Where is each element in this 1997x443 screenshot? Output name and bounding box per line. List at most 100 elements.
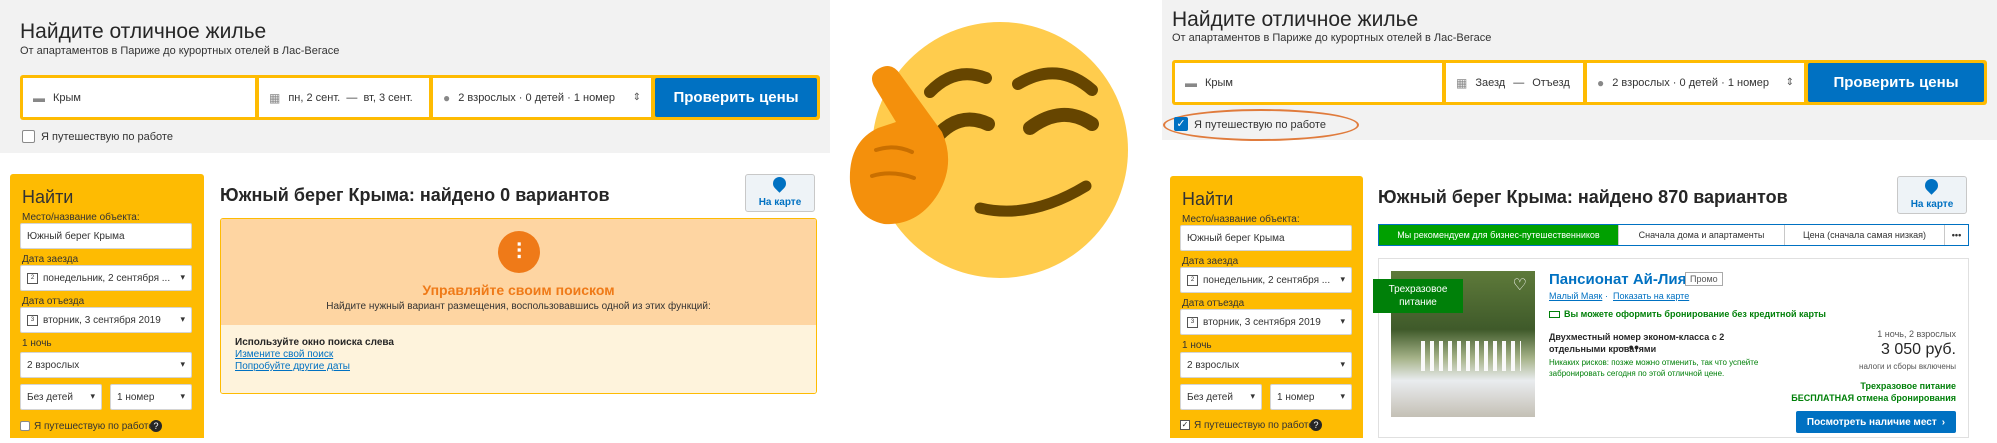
rooms-value: 1 номер bbox=[1277, 391, 1315, 403]
bed-icon: ▬ bbox=[33, 90, 45, 105]
search-sidebar: Найти Место/название объекта: Южный бере… bbox=[1170, 176, 1363, 438]
search-sidebar: Найти Место/название объекта: Южный бере… bbox=[10, 174, 204, 438]
right-screenshot: Найдите отличное жилье От апартаментов в… bbox=[1162, 0, 1997, 438]
chevron-down-icon: ▾ bbox=[180, 314, 185, 324]
children-select[interactable]: Без детей ▾ bbox=[1180, 384, 1262, 410]
empty-results-header: ⫶ Управляйте своим поиском Найдите нужны… bbox=[221, 219, 816, 325]
chevron-down-icon: ▾ bbox=[180, 272, 185, 282]
checkin-select[interactable]: 2 понедельник, 2 сентября ... ▾ bbox=[1180, 267, 1352, 293]
search-bar: ▬ Крым ▦ Заезд — Отъезд ● 2 взрослых · 0… bbox=[1172, 60, 1987, 105]
price: 3 050 руб. bbox=[1881, 341, 1956, 358]
sidebar-business-checkbox[interactable] bbox=[20, 421, 30, 431]
hero-subtitle: От апартаментов в Париже до курортных от… bbox=[1172, 32, 1492, 44]
sidebar-title: Найти bbox=[1182, 189, 1234, 209]
dates-field[interactable]: ▦ пн, 2 сент. — вт, 3 сент. bbox=[259, 78, 429, 117]
checkin-label: Дата заезда bbox=[22, 254, 79, 265]
guests-field[interactable]: ● 2 взрослых · 0 детей · 1 номер ⇕ bbox=[433, 78, 651, 117]
guests-value: 2 взрослых · 0 детей · 1 номер bbox=[458, 91, 615, 104]
hero-title: Найдите отличное жилье bbox=[1172, 8, 1419, 31]
chevron-down-icon: ▾ bbox=[180, 391, 185, 401]
destination-field[interactable]: ▬ Крым bbox=[23, 78, 255, 117]
chevron-down-icon: ▾ bbox=[1340, 359, 1345, 369]
help-icon[interactable]: ? bbox=[150, 420, 162, 432]
destination-field[interactable]: ▬ Крым bbox=[1175, 63, 1442, 102]
checkout-placeholder: Отъезд bbox=[1532, 76, 1570, 89]
place-input[interactable]: Южный берег Крыма bbox=[20, 223, 192, 249]
fence-graphic bbox=[1421, 341, 1521, 371]
rooms-value: 1 номер bbox=[117, 391, 155, 403]
results-title: Южный берег Крыма: найдено 870 вариантов bbox=[1378, 187, 1788, 207]
chevron-down-icon: ▾ bbox=[1340, 391, 1345, 401]
checkin-value: понедельник, 2 сентября ... bbox=[1203, 274, 1331, 286]
room-type: Двухместный номер эконом-класса с 2 отде… bbox=[1549, 332, 1725, 354]
hero-subtitle: От апартаментов в Париже до курортных от… bbox=[20, 45, 340, 57]
check-prices-button[interactable]: Проверить цены bbox=[655, 78, 817, 117]
chevron-down-icon: ▾ bbox=[1340, 274, 1345, 284]
no-risk-note: Никаких рисков: позже можно отменить, та… bbox=[1549, 358, 1759, 378]
search-bar: ▬ Крым ▦ пн, 2 сент. — вт, 3 сент. ● 2 в… bbox=[20, 75, 820, 120]
stepper-icon: ⇕ bbox=[632, 92, 641, 103]
checkout-select[interactable]: 3 вторник, 3 сентября 2019 ▾ bbox=[20, 307, 192, 333]
hotel-card: ♡ Трехразовое питание Пансионат Ай-Лия П… bbox=[1373, 258, 1969, 438]
chevron-right-icon: › bbox=[1941, 416, 1946, 428]
empty-results-tips: Используйте окно поиска слева Измените с… bbox=[221, 325, 816, 393]
help-icon[interactable]: ? bbox=[1310, 419, 1322, 431]
tab-lowest-price[interactable]: Цена (сначала самая низкая) bbox=[1785, 225, 1945, 245]
place-label: Место/название объекта: bbox=[1182, 214, 1300, 225]
favorite-heart-icon[interactable]: ♡ bbox=[1513, 275, 1527, 295]
guests-field[interactable]: ● 2 взрослых · 0 детей · 1 номер ⇕ bbox=[1587, 63, 1804, 102]
free-cancellation: БЕСПЛАТНАЯ отмена бронирования bbox=[1791, 393, 1956, 403]
location-separator: · bbox=[1605, 291, 1608, 301]
hero-title: Найдите отличное жилье bbox=[20, 20, 267, 43]
rooms-select[interactable]: 1 номер ▾ bbox=[1270, 384, 1352, 410]
checkout-select[interactable]: 3 вторник, 3 сентября 2019 ▾ bbox=[1180, 309, 1352, 335]
chevron-down-icon: ▾ bbox=[180, 359, 185, 369]
meals-included: Трехразовое питание bbox=[1860, 381, 1956, 391]
checkout-value: вторник, 3 сентября 2019 bbox=[1203, 316, 1321, 328]
see-availability-button[interactable]: Посмотреть наличие мест › bbox=[1796, 411, 1956, 433]
hotel-name[interactable]: Пансионат Ай-Лия bbox=[1549, 271, 1686, 288]
tab-business-recommended[interactable]: Мы рекомендуем для бизнес-путешественник… bbox=[1379, 225, 1619, 245]
dates-field[interactable]: ▦ Заезд — Отъезд bbox=[1446, 63, 1583, 102]
place-input[interactable]: Южный берег Крыма bbox=[1180, 225, 1352, 251]
guests-icon: — ●● bbox=[1617, 342, 1640, 352]
other-dates-link[interactable]: Попробуйте другие даты bbox=[235, 361, 350, 372]
sidebar-business-checkbox[interactable]: ✓ bbox=[1180, 420, 1190, 430]
chevron-down-icon: ▾ bbox=[1250, 391, 1255, 401]
checkout-value: вторник, 3 сентября 2019 bbox=[43, 314, 161, 326]
calendar-icon: 3 bbox=[1187, 316, 1198, 328]
checkin-placeholder: Заезд bbox=[1475, 76, 1506, 89]
map-button-label: На карте bbox=[758, 197, 802, 208]
checkin-select[interactable]: 2 понедельник, 2 сентября ... ▾ bbox=[20, 265, 192, 291]
empty-results-box: ⫶ Управляйте своим поиском Найдите нужны… bbox=[220, 218, 817, 394]
show-on-map-link[interactable]: Показать на карте bbox=[1613, 291, 1689, 301]
map-button[interactable]: На карте bbox=[1897, 176, 1967, 214]
place-label: Место/название объекта: bbox=[22, 212, 140, 223]
guests-value: 2 взрослых · 0 детей · 1 номер bbox=[1612, 76, 1769, 89]
location-link[interactable]: Малый Маяк bbox=[1549, 291, 1602, 301]
credit-card-icon bbox=[1549, 311, 1560, 318]
bed-icon: ▬ bbox=[1185, 75, 1197, 90]
tips-title: Используйте окно поиска слева bbox=[235, 337, 394, 348]
map-button[interactable]: На карте bbox=[745, 174, 815, 212]
children-select[interactable]: Без детей ▾ bbox=[20, 384, 102, 410]
date-separator: — bbox=[1513, 76, 1525, 89]
map-pin-icon bbox=[770, 174, 789, 193]
chevron-down-icon: ▾ bbox=[90, 391, 95, 401]
business-trip-label: Я путешествую по работе bbox=[1194, 119, 1326, 131]
dates-value: пн, 2 сент. — вт, 3 сент. bbox=[288, 91, 413, 104]
modify-search-link[interactable]: Измените свой поиск bbox=[235, 349, 333, 360]
checkout-label: Дата отъезда bbox=[22, 296, 85, 307]
calendar-icon: 2 bbox=[1187, 274, 1198, 286]
check-prices-button[interactable]: Проверить цены bbox=[1808, 63, 1984, 102]
sidebar-business-label: Я путешествую по работе bbox=[1194, 420, 1314, 431]
results-title: Южный берег Крыма: найдено 0 вариантов bbox=[220, 185, 610, 205]
adults-select[interactable]: 2 взрослых ▾ bbox=[20, 352, 192, 378]
business-trip-checkbox[interactable] bbox=[22, 130, 35, 143]
tab-homes-first[interactable]: Сначала дома и апартаменты bbox=[1619, 225, 1785, 245]
business-trip-checkbox[interactable]: ✓ bbox=[1174, 117, 1188, 131]
more-sort-button[interactable]: ••• bbox=[1945, 225, 1968, 245]
rooms-select[interactable]: 1 номер ▾ bbox=[110, 384, 192, 410]
empty-heading: Управляйте своим поиском bbox=[422, 282, 615, 298]
adults-select[interactable]: 2 взрослых ▾ bbox=[1180, 352, 1352, 378]
